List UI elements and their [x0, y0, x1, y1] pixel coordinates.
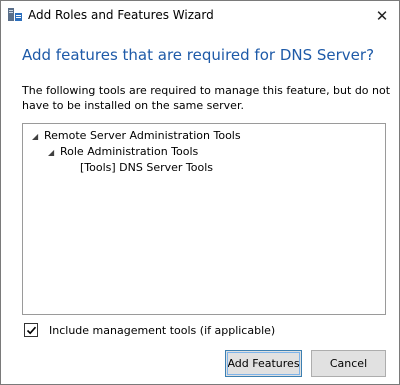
checkmark-icon — [26, 326, 36, 334]
dialog-heading: Add features that are required for DNS S… — [22, 46, 375, 64]
description-line-1: The following tools are required to mana… — [22, 84, 391, 97]
tree-item-role-admin-tools[interactable]: ◢ Role Administration Tools — [48, 144, 198, 159]
cancel-button[interactable]: Cancel — [311, 350, 386, 377]
tree-item-dns-server-tools[interactable]: [Tools] DNS Server Tools — [80, 160, 213, 175]
expand-arrow-icon[interactable]: ◢ — [48, 145, 60, 160]
tree-item-label: [Tools] DNS Server Tools — [80, 161, 214, 174]
dialog-description: The following tools are required to mana… — [22, 83, 392, 113]
include-management-tools-checkbox[interactable] — [24, 323, 38, 337]
close-icon: ✕ — [375, 6, 389, 25]
close-button[interactable]: ✕ — [365, 1, 399, 30]
tree-item-label: Role Administration Tools — [60, 145, 199, 158]
tree-item-remote-server-admin-tools[interactable]: ◢ Remote Server Administration Tools — [32, 128, 241, 143]
dialog-window: Add Roles and Features Wizard ✕ Add feat… — [0, 0, 400, 385]
add-features-button[interactable]: Add Features — [225, 350, 302, 377]
description-line-2: have to be installed on the same server. — [22, 99, 244, 112]
expand-arrow-icon[interactable]: ◢ — [32, 129, 44, 144]
include-management-tools-label: Include management tools (if applicable) — [49, 323, 276, 337]
tree-item-label: Remote Server Administration Tools — [44, 129, 241, 142]
include-management-tools-option[interactable]: Include management tools (if applicable) — [24, 322, 275, 338]
server-manager-icon — [7, 7, 23, 23]
window-title: Add Roles and Features Wizard — [28, 8, 214, 22]
features-tree[interactable]: ◢ Remote Server Administration Tools ◢ Rol… — [22, 123, 386, 315]
title-bar[interactable]: Add Roles and Features Wizard ✕ — [1, 1, 399, 31]
